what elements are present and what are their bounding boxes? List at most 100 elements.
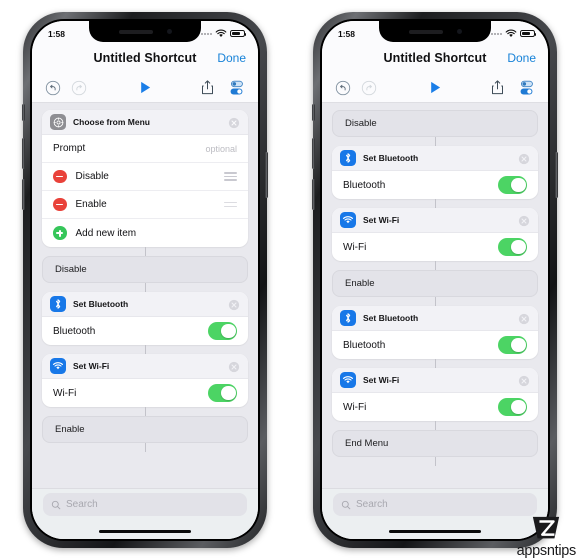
- wifi-toggle-row[interactable]: Wi-Fi: [42, 379, 248, 407]
- close-icon[interactable]: [228, 116, 240, 129]
- close-icon[interactable]: [518, 312, 530, 325]
- connector-line: [434, 297, 436, 306]
- close-icon[interactable]: [518, 214, 530, 227]
- mute-switch[interactable]: [22, 104, 25, 121]
- watermark-text: appsntips: [516, 542, 577, 559]
- editor-toolbar: [322, 73, 548, 103]
- shortcut-actions-list[interactable]: Choose from Menu Prompt optional Disable…: [32, 103, 258, 488]
- done-button[interactable]: Done: [507, 51, 536, 65]
- phone-bezel: 1:58 Untitled Shortcut Done Choose from …: [30, 19, 260, 541]
- power-button[interactable]: [555, 152, 558, 198]
- wifi-toggle-row[interactable]: Wi-Fi: [332, 233, 538, 261]
- volume-down-button[interactable]: [312, 179, 315, 210]
- row-control: [208, 384, 237, 402]
- bluetooth-toggle[interactable]: [498, 336, 527, 354]
- bluetooth-toggle[interactable]: [498, 176, 527, 194]
- card-title: Set Bluetooth: [73, 299, 129, 309]
- home-indicator-area: [32, 524, 258, 539]
- home-indicator[interactable]: [99, 529, 191, 534]
- set-wifi-card[interactable]: Set Wi-Fi Wi-Fi: [332, 368, 538, 421]
- card-header: Set Bluetooth: [332, 306, 538, 331]
- undo-icon[interactable]: [335, 80, 351, 96]
- bluetooth-toggle-row[interactable]: Bluetooth: [332, 171, 538, 199]
- card-title: Set Bluetooth: [363, 153, 419, 163]
- add-new-item-row[interactable]: Add new item: [42, 219, 248, 247]
- wifi-toggle[interactable]: [498, 238, 527, 256]
- notch: [89, 21, 201, 42]
- close-icon[interactable]: [518, 374, 530, 387]
- remove-item-icon[interactable]: [53, 169, 67, 184]
- bottom-bar: Search: [322, 488, 548, 539]
- play-icon[interactable]: [427, 79, 444, 96]
- home-indicator-area: [322, 524, 548, 539]
- done-button[interactable]: Done: [217, 51, 246, 65]
- menu-branch-band-enable[interactable]: Enable: [42, 416, 248, 443]
- page-title: Untitled Shortcut: [93, 51, 197, 65]
- volume-down-button[interactable]: [22, 179, 25, 210]
- card-header: Set Bluetooth: [42, 292, 248, 317]
- home-indicator[interactable]: [389, 529, 481, 534]
- drag-handle[interactable]: [224, 202, 237, 207]
- toolbar-right-group: [490, 79, 535, 96]
- left-screen: 1:58 Untitled Shortcut Done Choose from …: [32, 21, 258, 539]
- bluetooth-toggle-row[interactable]: Bluetooth: [42, 317, 248, 345]
- drag-handle[interactable]: [224, 172, 237, 181]
- cellular-dots-icon: [491, 32, 502, 35]
- redo-icon: [71, 80, 87, 96]
- bluetooth-icon: [340, 310, 356, 326]
- set-wifi-card[interactable]: Set Wi-Fi Wi-Fi: [332, 208, 538, 261]
- status-bar-indicators: [201, 29, 247, 38]
- wifi-toggle-row[interactable]: Wi-Fi: [332, 393, 538, 421]
- earpiece-speaker: [118, 29, 153, 34]
- add-new-item-label: Add new item: [75, 227, 137, 239]
- close-icon[interactable]: [228, 298, 240, 311]
- choose-from-menu-card[interactable]: Choose from Menu Prompt optional Disable…: [42, 110, 248, 247]
- share-icon[interactable]: [200, 79, 215, 96]
- wifi-toggle[interactable]: [208, 384, 237, 402]
- menu-branch-band-disable[interactable]: Disable: [332, 110, 538, 137]
- settings-toggles-icon[interactable]: [228, 79, 245, 96]
- undo-icon[interactable]: [45, 80, 61, 96]
- set-bluetooth-card[interactable]: Set Bluetooth Bluetooth: [332, 306, 538, 359]
- volume-up-button[interactable]: [22, 138, 25, 169]
- connector-line: [144, 345, 146, 354]
- settings-toggles-icon[interactable]: [518, 79, 535, 96]
- status-bar-indicators: [491, 29, 537, 38]
- remove-item-icon[interactable]: [53, 197, 67, 212]
- shortcut-actions-list[interactable]: Disable Set Bluetooth Bluetooth Set Wi-F…: [322, 103, 548, 488]
- share-icon[interactable]: [490, 79, 505, 96]
- prompt-value-wrap: optional: [205, 144, 237, 154]
- menu-item-row-enable[interactable]: Enable: [42, 191, 248, 219]
- bluetooth-icon: [50, 296, 66, 312]
- wifi-toggle[interactable]: [498, 398, 527, 416]
- close-icon[interactable]: [518, 152, 530, 165]
- volume-up-button[interactable]: [312, 138, 315, 169]
- set-bluetooth-card[interactable]: Set Bluetooth Bluetooth: [42, 292, 248, 345]
- search-input[interactable]: Search: [43, 493, 247, 516]
- card-title: Set Wi-Fi: [73, 361, 110, 371]
- close-icon[interactable]: [228, 360, 240, 373]
- search-input[interactable]: Search: [333, 493, 537, 516]
- toolbar-left-group: [335, 80, 377, 96]
- set-wifi-card[interactable]: Set Wi-Fi Wi-Fi: [42, 354, 248, 407]
- search-icon: [341, 500, 351, 509]
- menu-branch-band-disable[interactable]: Disable: [42, 256, 248, 283]
- mute-switch[interactable]: [312, 104, 315, 121]
- phone-frame: 1:58 Untitled Shortcut Done Choose from …: [22, 12, 268, 548]
- connector-line: [434, 359, 436, 368]
- end-menu-band[interactable]: End Menu: [332, 430, 538, 457]
- power-button[interactable]: [265, 152, 268, 198]
- menu-item-label: Disable: [75, 171, 109, 182]
- right-phone-figure: 1:58 Untitled Shortcut Done Disable Set …: [290, 0, 580, 560]
- bluetooth-toggle[interactable]: [208, 322, 237, 340]
- play-icon[interactable]: [137, 79, 154, 96]
- menu-branch-band-enable[interactable]: Enable: [332, 270, 538, 297]
- set-bluetooth-card[interactable]: Set Bluetooth Bluetooth: [332, 146, 538, 199]
- prompt-row[interactable]: Prompt optional: [42, 135, 248, 163]
- band-label: End Menu: [345, 438, 389, 449]
- menu-item-label: Enable: [75, 199, 107, 210]
- menu-item-row-disable[interactable]: Disable: [42, 163, 248, 191]
- front-camera: [456, 29, 462, 34]
- bluetooth-toggle-row[interactable]: Bluetooth: [332, 331, 538, 359]
- add-item-icon[interactable]: [53, 226, 67, 240]
